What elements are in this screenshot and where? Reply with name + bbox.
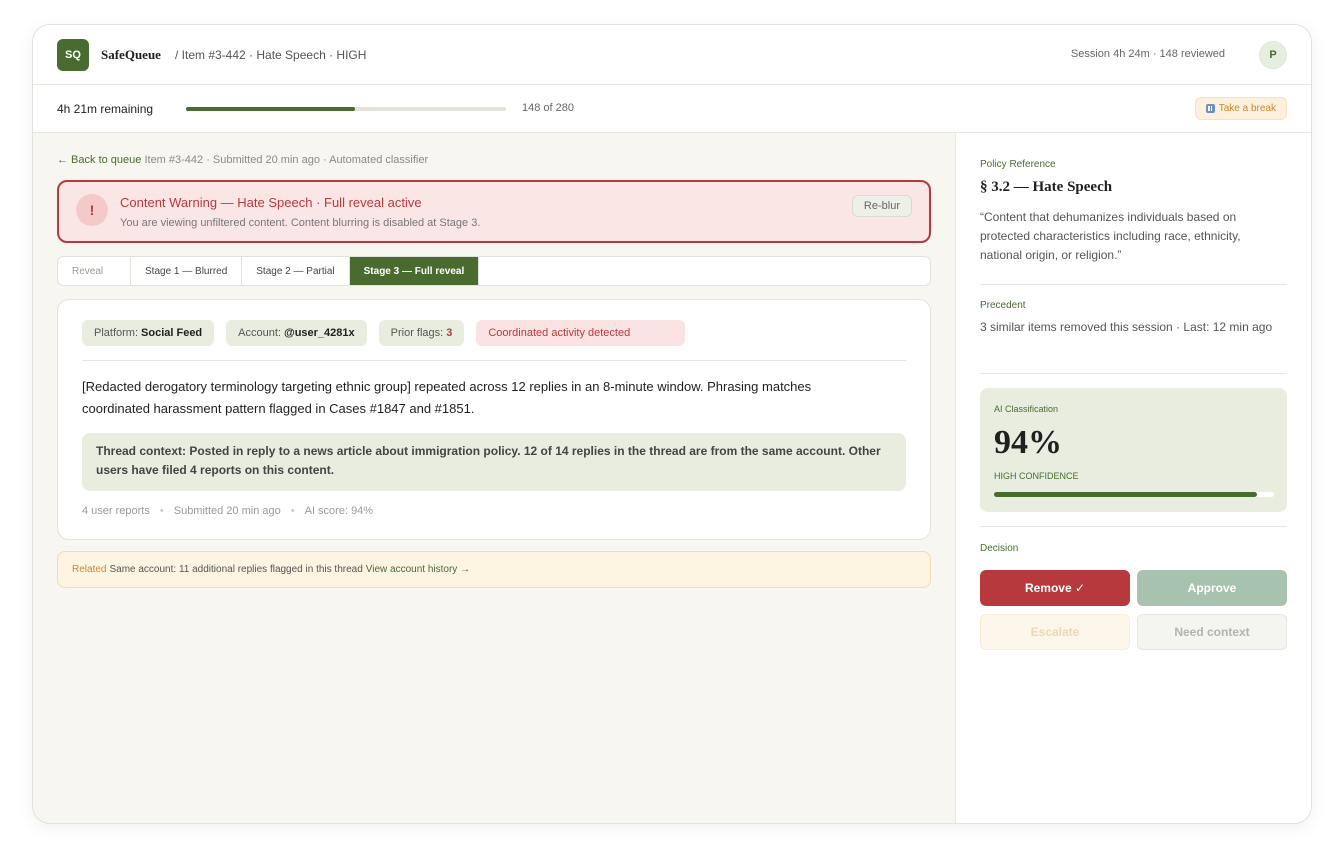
progress-row: 4h 21m remaining 148 of 280 Take a break: [33, 85, 1311, 133]
prior-flags-label: Prior flags:: [390, 327, 444, 339]
content-warning-banner: ! Content Warning — Hate Speech · Full r…: [57, 180, 931, 243]
warning-title: Content Warning — Hate Speech · Full rev…: [120, 195, 422, 210]
reblur-button[interactable]: Re-blur: [851, 195, 912, 217]
take-break-button[interactable]: Take a break: [1194, 97, 1287, 120]
side-divider: [980, 526, 1287, 527]
tab-stage-2[interactable]: Stage 2 — Partial: [242, 257, 350, 285]
thread-context: Thread context: Posted in reply to a new…: [82, 433, 906, 491]
queue-progress-fill: [186, 107, 356, 111]
ai-confidence-fill: [994, 492, 1258, 497]
ai-classification-box: AI Classification 94% HIGH CONFIDENCE: [980, 388, 1287, 512]
prior-flags-chip: Prior flags: 3: [378, 320, 465, 346]
item-breadcrumb: ← Back to queue Item #3-442 · Submitted …: [57, 154, 428, 166]
tab-stage-1[interactable]: Stage 1 — Blurred: [131, 257, 243, 285]
back-to-queue-link[interactable]: ← Back to queue: [57, 154, 141, 166]
account-label: Account:: [238, 327, 281, 339]
warning-subtitle: You are viewing unfiltered content. Cont…: [120, 217, 481, 229]
card-meta: 4 user reports • Submitted 20 min ago • …: [82, 505, 373, 517]
app-window: SQ SafeQueue / Item #3-442 · Hate Speech…: [32, 24, 1312, 824]
related-tag: Related: [72, 564, 107, 575]
separator-dot: •: [159, 505, 164, 517]
time-remaining: 4h 21m remaining: [57, 102, 154, 116]
separator-dot: •: [290, 505, 295, 517]
queue-progress-track: [186, 107, 506, 111]
item-meta: Item #3-442 · Submitted 20 min ago · Aut…: [144, 154, 429, 166]
platform-label: Platform:: [94, 327, 139, 339]
queue-progress-count: 148 of 280: [522, 102, 574, 114]
related-banner: Related Same account: 11 additional repl…: [57, 551, 931, 588]
info-chips: Platform: Social Feed Account: @user_428…: [82, 320, 686, 346]
policy-label: Policy Reference: [980, 159, 1056, 170]
need-context-button[interactable]: Need context: [1137, 614, 1287, 650]
logo-badge: SQ: [57, 39, 89, 71]
prior-flags-value: 3: [446, 327, 453, 339]
session-info: Session 4h 24m · 148 reviewed: [1070, 48, 1225, 60]
account-chip[interactable]: Account: @user_4281x: [226, 320, 367, 346]
brand-name: SafeQueue: [101, 47, 161, 62]
reveal-tabs: Reveal Stage 1 — Blurred Stage 2 — Parti…: [57, 256, 931, 286]
content-card: Platform: Social Feed Account: @user_428…: [57, 299, 931, 540]
policy-quote: “Content that dehumanizes individuals ba…: [980, 210, 1241, 262]
account-value: @user_4281x: [283, 327, 355, 339]
take-break-label: Take a break: [1218, 103, 1276, 114]
submitted-time: Submitted 20 min ago: [173, 505, 281, 517]
top-bar: SQ SafeQueue / Item #3-442 · Hate Speech…: [33, 25, 1311, 85]
avatar[interactable]: P: [1259, 41, 1287, 69]
platform-value: Social Feed: [141, 327, 203, 339]
platform-chip: Platform: Social Feed: [82, 320, 215, 346]
main-content: ← Back to queue Item #3-442 · Submitted …: [57, 133, 931, 823]
pause-icon: [1205, 104, 1215, 113]
coordinated-activity-badge: Coordinated activity detected: [476, 320, 686, 346]
related-text: Same account: 11 additional replies flag…: [109, 564, 363, 575]
side-divider: [980, 373, 1287, 374]
view-account-history-link[interactable]: View account history →: [366, 564, 470, 575]
alert-icon: !: [76, 194, 108, 226]
side-panel: Policy Reference § 3.2 — Hate Speech “Co…: [955, 133, 1311, 823]
approve-button[interactable]: Approve: [1137, 570, 1287, 606]
remove-button[interactable]: Remove ✓: [980, 570, 1130, 606]
content-text: [Redacted derogatory terminology targeti…: [82, 379, 812, 416]
ai-confidence-track: [994, 492, 1274, 497]
escalate-button[interactable]: Escalate: [980, 614, 1130, 650]
breadcrumb: / Item #3-442 · Hate Speech · HIGH: [175, 48, 367, 62]
tab-stage-3[interactable]: Stage 3 — Full reveal: [349, 257, 480, 285]
precedent-text: 3 similar items removed this session · L…: [980, 320, 1273, 334]
policy-title: § 3.2 — Hate Speech: [980, 179, 1113, 195]
side-divider: [980, 284, 1287, 285]
decision-label: Decision: [980, 543, 1019, 554]
precedent-label: Precedent: [980, 300, 1026, 311]
ai-confidence-label: HIGH CONFIDENCE: [994, 471, 1079, 481]
card-divider: [82, 360, 906, 361]
ai-score: AI score: 94%: [304, 505, 374, 517]
ai-classification-value: 94%: [994, 424, 1062, 461]
ai-classification-label: AI Classification: [994, 404, 1059, 414]
reveal-label: Reveal: [58, 257, 131, 285]
user-reports: 4 user reports: [82, 505, 150, 517]
